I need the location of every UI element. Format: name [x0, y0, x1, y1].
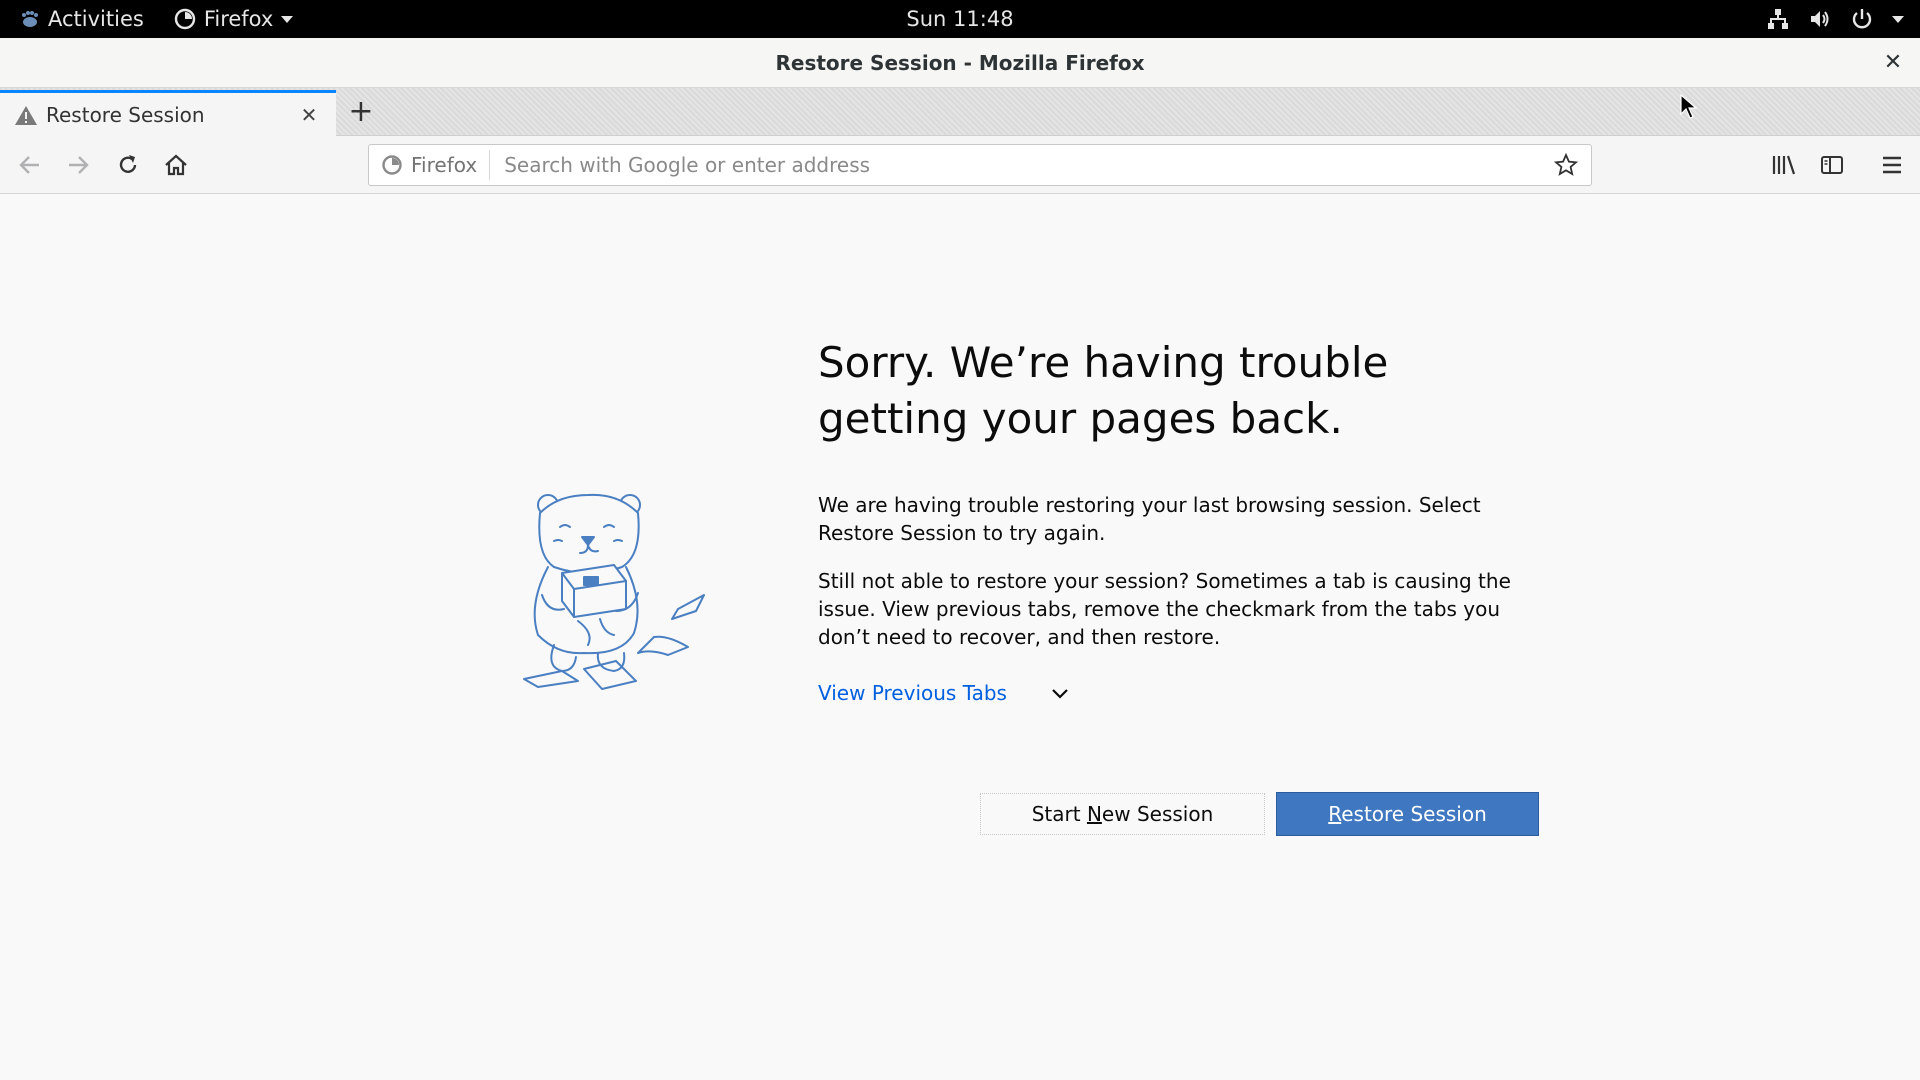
back-button[interactable]: [14, 149, 46, 181]
start-new-session-label-after: ew Session: [1101, 802, 1214, 826]
restore-session-accesskey: R: [1328, 802, 1342, 826]
page-title-line1: Sorry. We’re having trouble: [818, 338, 1389, 387]
system-menu[interactable]: [1766, 0, 1904, 38]
mouse-cursor-icon: [1680, 94, 1698, 119]
warning-icon: [15, 105, 37, 125]
activities-label: Activities: [48, 7, 144, 31]
tab-close-button[interactable]: ✕: [296, 102, 322, 128]
error-message-container: Sorry. We’re having trouble getting your…: [818, 335, 1538, 705]
reload-button[interactable]: [112, 149, 144, 181]
back-arrow-icon: [19, 156, 39, 174]
identity-label: Firefox: [411, 153, 478, 177]
gnome-top-bar: Activities Firefox Sun 11:48: [0, 0, 1920, 38]
volume-icon: [1811, 11, 1829, 27]
new-tab-button[interactable]: +: [344, 96, 378, 130]
view-previous-tabs-toggle[interactable]: View Previous Tabs: [818, 681, 1538, 705]
app-menu-button[interactable]: Firefox: [174, 7, 294, 31]
gnome-foot-icon: [22, 11, 38, 27]
tab-label: Restore Session: [46, 102, 205, 127]
identity-box[interactable]: Firefox: [369, 150, 491, 180]
firefox-icon: [382, 155, 402, 175]
caret-down-icon: [281, 15, 294, 23]
hamburger-menu-icon: [1883, 156, 1901, 174]
navigation-toolbar: Firefox: [0, 136, 1920, 194]
network-icon: [1768, 9, 1788, 29]
menu-button[interactable]: [1876, 149, 1908, 181]
power-icon: [1852, 9, 1872, 29]
error-description: We are having trouble restoring your las…: [818, 493, 1481, 545]
error-help-text: Still not able to restore your session? …: [818, 569, 1511, 649]
clock[interactable]: Sun 11:48: [906, 7, 1013, 31]
sidebar-icon: [1821, 156, 1843, 174]
window-titlebar: Restore Session - Mozilla Firefox ✕: [0, 38, 1920, 88]
url-input[interactable]: [504, 153, 1551, 177]
chevron-down-icon: [1052, 689, 1068, 699]
tab-restore-session[interactable]: Restore Session ✕: [0, 90, 336, 136]
start-new-session-accesskey: N: [1086, 802, 1102, 826]
firefox-icon: [174, 8, 196, 30]
home-icon: [165, 154, 187, 176]
restore-session-button[interactable]: Restore Session: [1276, 792, 1539, 836]
chevron-down-icon: [1892, 15, 1904, 23]
window-title: Restore Session - Mozilla Firefox: [775, 51, 1145, 75]
library-button[interactable]: [1768, 149, 1800, 181]
activities-button[interactable]: Activities: [18, 7, 144, 31]
bookmark-star-button[interactable]: [1551, 150, 1581, 180]
tab-strip: Restore Session ✕ +: [0, 88, 1920, 136]
reload-icon: [119, 155, 137, 173]
home-button[interactable]: [160, 149, 192, 181]
page-content: Sorry. We’re having trouble getting your…: [0, 195, 1920, 1080]
start-new-session-label-before: Start: [1031, 802, 1087, 826]
restore-session-label-after: estore Session: [1341, 802, 1487, 826]
app-menu-label: Firefox: [203, 7, 274, 31]
page-title-line2: getting your pages back.: [818, 394, 1343, 443]
bear-illustration: [523, 493, 705, 690]
forward-arrow-icon: [69, 156, 89, 174]
view-previous-tabs-label: View Previous Tabs: [818, 681, 1007, 705]
forward-button[interactable]: [62, 149, 94, 181]
library-icon: [1772, 155, 1796, 175]
star-icon: [1554, 153, 1578, 176]
page-title: Sorry. We’re having trouble getting your…: [818, 335, 1538, 447]
start-new-session-button[interactable]: Start New Session: [980, 793, 1265, 835]
url-bar[interactable]: Firefox: [368, 144, 1592, 186]
window-close-button[interactable]: ✕: [1880, 50, 1906, 76]
sidebar-button[interactable]: [1816, 149, 1848, 181]
